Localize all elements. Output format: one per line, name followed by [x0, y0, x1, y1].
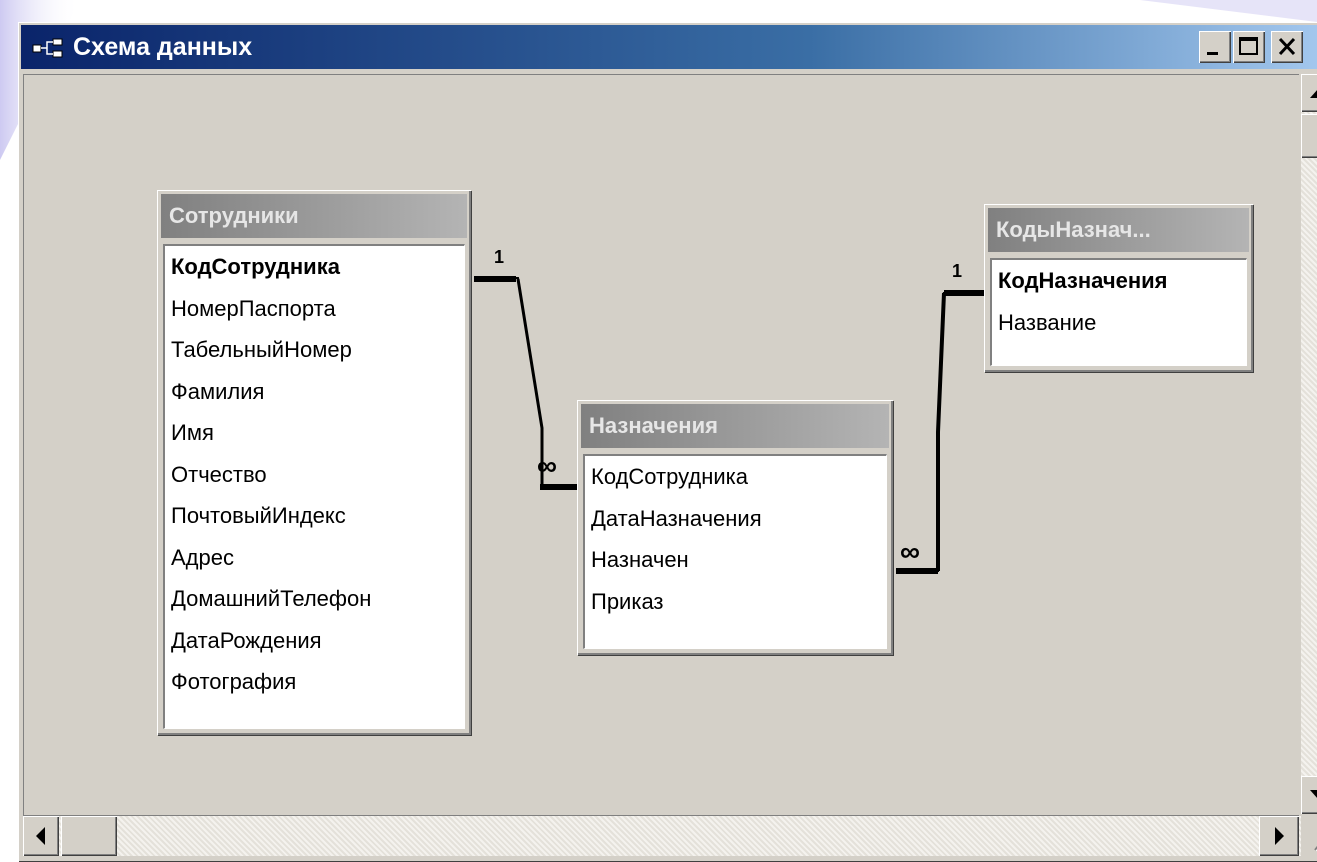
field-item[interactable]: ТабельныйНомер — [165, 329, 464, 371]
scroll-thumb-vertical[interactable] — [1301, 114, 1317, 158]
minimize-button[interactable] — [1199, 31, 1231, 63]
scroll-down-button[interactable] — [1301, 776, 1317, 814]
field-item[interactable]: Адрес — [165, 537, 464, 579]
relationships-icon — [32, 38, 63, 58]
minimize-icon — [1207, 52, 1218, 55]
table-assignment-codes[interactable]: КодыНазнач... КодНазначения Название — [984, 204, 1253, 372]
vertical-scrollbar[interactable] — [1301, 74, 1317, 814]
arrow-down-icon — [1310, 790, 1317, 798]
table-title[interactable]: Назначения — [581, 404, 889, 448]
field-item[interactable]: Приказ — [585, 581, 886, 623]
field-item[interactable]: Имя — [165, 412, 464, 454]
scroll-thumb-horizontal[interactable] — [61, 816, 117, 856]
maximize-button[interactable] — [1233, 31, 1265, 63]
table-employees[interactable]: Сотрудники КодСотрудника НомерПаспорта Т… — [157, 190, 471, 735]
field-item[interactable]: ДатаНазначения — [585, 498, 886, 540]
table-assignments[interactable]: Назначения КодСотрудника ДатаНазначения … — [577, 400, 893, 655]
size-grip[interactable] — [1301, 816, 1317, 856]
field-item[interactable]: Фамилия — [165, 371, 464, 413]
arrow-up-icon — [1310, 90, 1317, 98]
relationship-employee-assignment[interactable]: 1 ∞ — [474, 247, 580, 490]
size-grip-icon — [1314, 845, 1317, 852]
relationship-codes-assignment[interactable]: 1 ∞ — [896, 261, 986, 574]
field-item[interactable]: НомерПаспорта — [165, 288, 464, 330]
scroll-right-button[interactable] — [1259, 816, 1299, 856]
table-title[interactable]: КодыНазнач... — [988, 208, 1249, 252]
relationships-canvas[interactable]: 1 ∞ 1 ∞ Сотрудники КодСотрудника НомерПа… — [23, 74, 1299, 816]
field-item[interactable]: КодСотрудника — [585, 456, 886, 498]
field-item[interactable]: Название — [992, 302, 1246, 344]
many-label: ∞ — [900, 536, 920, 567]
field-list[interactable]: КодСотрудника НомерПаспорта ТабельныйНом… — [163, 244, 465, 729]
field-item[interactable]: ДомашнийТелефон — [165, 578, 464, 620]
one-label: 1 — [494, 247, 504, 267]
field-item[interactable]: Назначен — [585, 539, 886, 581]
field-item-key[interactable]: КодНазначения — [992, 260, 1246, 302]
field-list[interactable]: КодНазначения Название — [990, 258, 1247, 366]
title-bar[interactable]: Схема данных — [21, 25, 1317, 69]
field-list[interactable]: КодСотрудника ДатаНазначения Назначен Пр… — [583, 454, 887, 649]
field-item[interactable]: Отчество — [165, 454, 464, 496]
field-item[interactable]: ПочтовыйИндекс — [165, 495, 464, 537]
close-button[interactable] — [1271, 31, 1303, 63]
scroll-left-button[interactable] — [23, 816, 59, 856]
table-title[interactable]: Сотрудники — [161, 194, 467, 238]
field-item[interactable]: ДатаРождения — [165, 620, 464, 662]
close-icon — [1278, 37, 1296, 56]
arrow-right-icon — [1275, 827, 1284, 845]
field-item[interactable]: Фотография — [165, 661, 464, 703]
field-item-key[interactable]: КодСотрудника — [165, 246, 464, 288]
relationships-window: Схема данных 1 ∞ 1 ∞ Сотрудники КодСотру… — [18, 22, 1317, 862]
one-label: 1 — [952, 261, 962, 281]
arrow-left-icon — [36, 827, 45, 845]
many-label: ∞ — [537, 450, 557, 481]
horizontal-scrollbar[interactable] — [23, 816, 1301, 856]
scroll-up-button[interactable] — [1301, 74, 1317, 112]
maximize-icon — [1239, 37, 1258, 55]
window-title: Схема данных — [73, 33, 253, 61]
